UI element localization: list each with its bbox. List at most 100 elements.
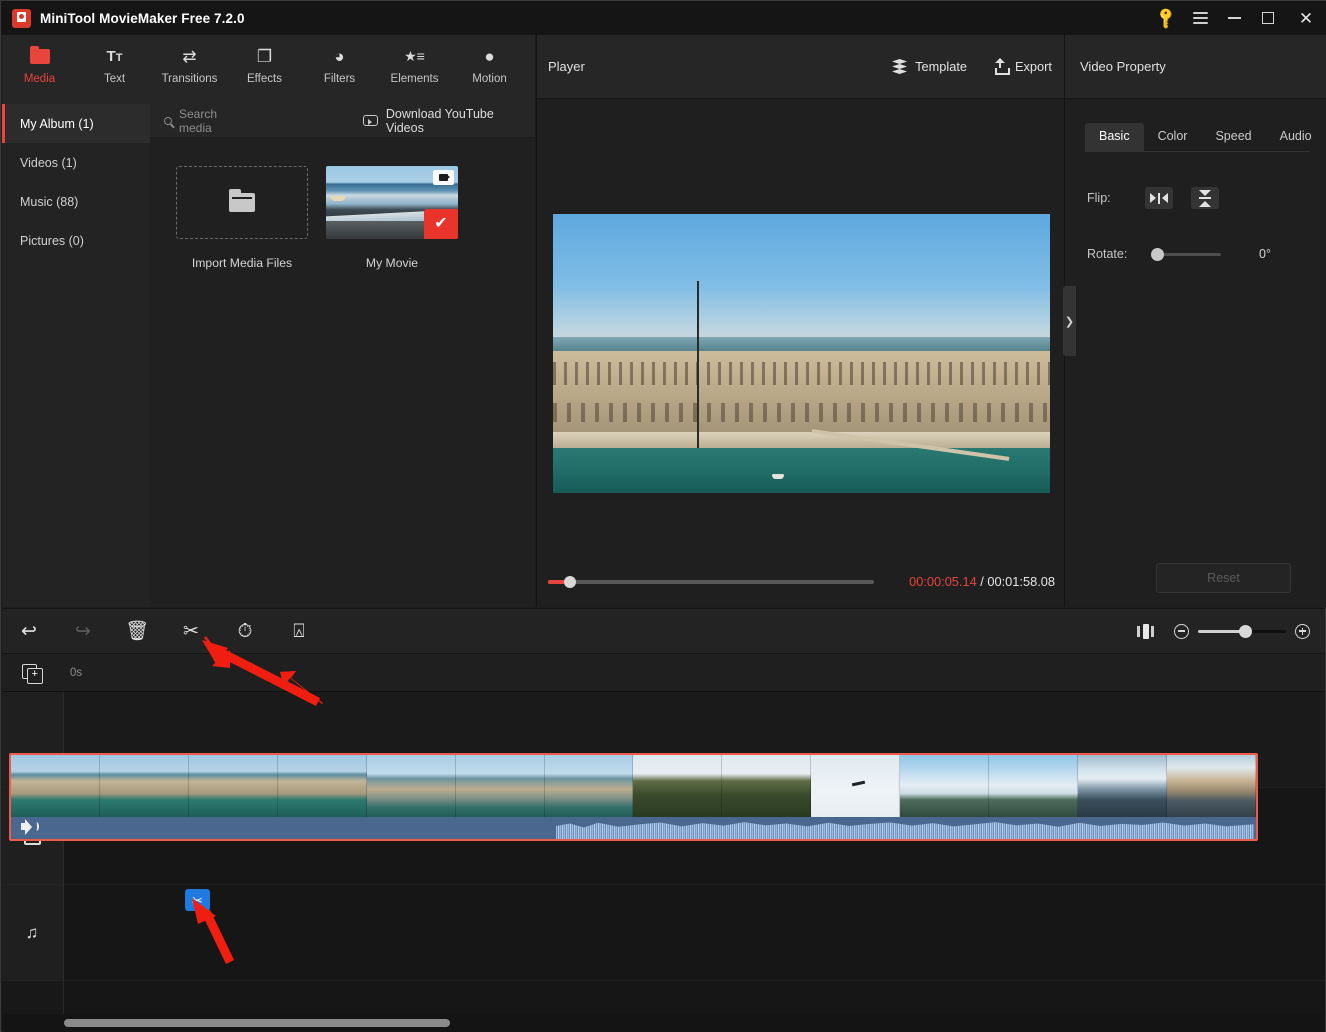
timeline-clip[interactable] bbox=[9, 753, 1258, 841]
app-title: MiniTool MovieMaker Free 7.2.0 bbox=[40, 10, 245, 26]
app-logo-icon bbox=[12, 8, 31, 28]
tab-basic[interactable]: Basic bbox=[1085, 123, 1144, 151]
tracks-area[interactable] bbox=[63, 692, 1325, 1032]
video-property-panel: Video Property Basic Color Speed Audio F… bbox=[1065, 35, 1326, 607]
rotate-value: 0° bbox=[1259, 247, 1271, 261]
track-header-audio[interactable]: ♫ bbox=[2, 885, 63, 981]
nav-tab-media[interactable]: Media bbox=[2, 35, 77, 104]
nav-tab-elements[interactable]: ★≡ Elements bbox=[377, 35, 452, 104]
add-track-icon[interactable]: + bbox=[22, 663, 43, 684]
seek-handle[interactable] bbox=[564, 576, 576, 588]
tab-color[interactable]: Color bbox=[1144, 123, 1202, 151]
edit-toolbar: ↩ ↪ 🗑 ✂ ⏱ ⍓ bbox=[2, 608, 1325, 654]
selected-check-badge[interactable]: ✔ bbox=[424, 209, 458, 239]
album-item-pictures[interactable]: Pictures (0) bbox=[2, 221, 150, 260]
fit-to-timeline-icon[interactable] bbox=[1137, 623, 1154, 639]
library-content: Search media Download YouTube Videos Imp… bbox=[150, 104, 535, 607]
tab-speed[interactable]: Speed bbox=[1201, 123, 1265, 151]
video-property-title: Video Property bbox=[1065, 35, 1326, 99]
nav-tab-filters[interactable]: ◕ Filters bbox=[302, 35, 377, 104]
effects-icon: ❐ bbox=[256, 46, 273, 66]
flip-vertical-icon[interactable] bbox=[1191, 187, 1219, 209]
crop-button[interactable]: ⍓ bbox=[272, 608, 326, 654]
template-label: Template bbox=[915, 59, 967, 74]
nav-tab-motion[interactable]: ● Motion bbox=[452, 35, 527, 104]
zoom-slider[interactable] bbox=[1198, 624, 1286, 638]
clip-thumb bbox=[989, 755, 1079, 817]
media-thumbnail[interactable]: ✔ bbox=[326, 166, 458, 239]
nav-tab-transitions[interactable]: ⇄ Transitions bbox=[152, 35, 227, 104]
export-button[interactable]: Export bbox=[993, 58, 1052, 75]
track-headers: ♫ bbox=[2, 692, 63, 1032]
album-item-my-album[interactable]: My Album (1) bbox=[2, 104, 150, 143]
clip-mute-icon[interactable] bbox=[21, 819, 39, 835]
rotate-label: Rotate: bbox=[1087, 247, 1128, 261]
timeline-ruler[interactable]: + 0s bbox=[2, 654, 1325, 692]
nav-tab-effects[interactable]: ❐ Effects bbox=[227, 35, 302, 104]
timeline-scrollbar-thumb[interactable] bbox=[64, 1019, 450, 1027]
export-icon bbox=[993, 58, 1010, 75]
import-media-label: Import Media Files bbox=[191, 256, 293, 270]
undo-button[interactable]: ↩ bbox=[2, 608, 56, 654]
minimize-icon[interactable] bbox=[1217, 1, 1251, 35]
nav-tab-text[interactable]: TT Text bbox=[77, 35, 152, 104]
speed-button[interactable]: ⏱ bbox=[218, 608, 272, 654]
seek-slider[interactable] bbox=[548, 576, 874, 588]
media-library-panel: My Album (1) Videos (1) Music (88) Pictu… bbox=[2, 104, 535, 607]
download-youtube-button[interactable]: Download YouTube Videos bbox=[362, 107, 535, 135]
album-item-music[interactable]: Music (88) bbox=[2, 182, 150, 221]
flip-horizontal-icon[interactable] bbox=[1145, 187, 1173, 209]
zoom-out-icon[interactable] bbox=[1174, 623, 1189, 639]
maximize-icon[interactable] bbox=[1251, 1, 1285, 35]
hamburger-menu-icon[interactable] bbox=[1183, 1, 1217, 35]
rotate-handle[interactable] bbox=[1151, 247, 1164, 261]
zoom-handle[interactable] bbox=[1239, 624, 1252, 638]
rotate-slider[interactable] bbox=[1151, 247, 1221, 261]
title-bar: MiniTool MovieMaker Free 7.2.0 🔑 ✕ bbox=[1, 1, 1326, 35]
text-icon: TT bbox=[106, 47, 123, 65]
player-seek-row: 00:00:05.14 / 00:01:58.08 bbox=[537, 565, 1066, 607]
album-item-videos[interactable]: Videos (1) bbox=[2, 143, 150, 182]
clip-thumb bbox=[722, 755, 812, 817]
video-preview[interactable] bbox=[553, 214, 1050, 493]
template-button[interactable]: Template bbox=[892, 59, 967, 74]
video-type-badge bbox=[433, 170, 454, 185]
search-input[interactable]: Search media bbox=[164, 107, 253, 135]
split-button[interactable]: ✂ bbox=[164, 608, 218, 654]
time-separator: / bbox=[976, 574, 988, 589]
chevron-right-icon: ❯ bbox=[1064, 315, 1075, 328]
player-panel: Player Template Export 00:00:05.14 / 00:… bbox=[536, 35, 1066, 634]
scissors-icon: ✂ bbox=[183, 620, 199, 642]
nav-tab-motion-label: Motion bbox=[472, 73, 507, 85]
redo-button[interactable]: ↪ bbox=[56, 608, 110, 654]
time-readout: 00:00:05.14 / 00:01:58.08 bbox=[909, 574, 1055, 589]
delete-button[interactable]: 🗑 bbox=[110, 608, 164, 654]
clip-thumb bbox=[900, 755, 990, 817]
import-folder-icon bbox=[229, 189, 255, 212]
nav-tab-text-label: Text bbox=[103, 73, 126, 85]
total-time: 00:01:58.08 bbox=[987, 574, 1055, 589]
close-icon[interactable]: ✕ bbox=[1285, 1, 1326, 35]
panel-collapse-handle[interactable]: ❯ bbox=[1063, 286, 1076, 356]
property-tabs: Basic Color Speed Audio bbox=[1085, 123, 1312, 152]
import-dropzone[interactable] bbox=[176, 166, 308, 239]
zoom-in-icon[interactable] bbox=[1295, 623, 1310, 639]
import-media-tile[interactable]: Import Media Files bbox=[176, 166, 308, 270]
timeline-scrollbar[interactable] bbox=[2, 1014, 1325, 1032]
clip-audio-strip bbox=[11, 817, 1256, 839]
preview-mast bbox=[697, 280, 700, 449]
tab-audio[interactable]: Audio bbox=[1266, 123, 1326, 151]
reset-button[interactable]: Reset bbox=[1156, 563, 1291, 593]
player-header-actions: Template Export bbox=[892, 58, 1052, 75]
track-row-audio[interactable] bbox=[64, 885, 1325, 981]
clip-thumb bbox=[1166, 755, 1256, 817]
key-icon[interactable]: 🔑 bbox=[1149, 1, 1183, 35]
clip-split-button[interactable]: ✂ bbox=[185, 889, 210, 911]
media-item-my-movie[interactable]: ✔ My Movie bbox=[326, 166, 458, 270]
clip-thumb bbox=[188, 755, 278, 817]
clip-thumb bbox=[455, 755, 545, 817]
nav-tab-effects-label: Effects bbox=[247, 73, 282, 85]
elements-icon: ★≡ bbox=[404, 48, 425, 64]
clip-thumb bbox=[277, 755, 367, 817]
speed-gauge-icon: ⏱ bbox=[237, 620, 253, 642]
